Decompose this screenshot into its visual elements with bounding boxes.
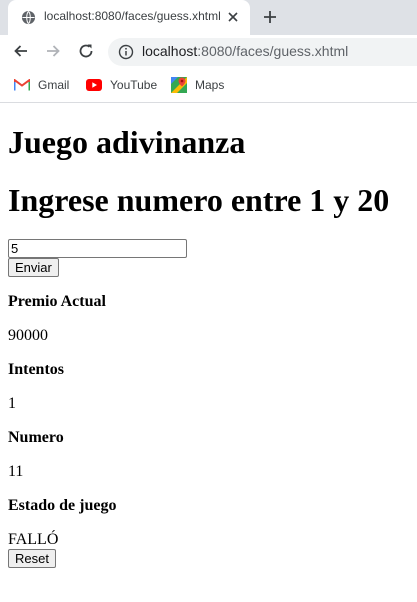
page-content: Juego adivinanza Ingrese numero entre 1 … [8,103,408,568]
attempts-label: Intentos [8,361,65,378]
info-icon[interactable] [118,44,134,60]
prize-value: 90000 [8,327,48,344]
page-title: Juego adivinanza [8,124,246,160]
maps-icon [171,77,187,93]
bookmark-label: YouTube [110,78,158,92]
bookmark-label: Maps [195,78,225,92]
tab-title: localhost:8080/faces/guess.xhtml [44,9,221,23]
bookmark-gmail[interactable]: Gmail [14,77,69,93]
reset-button[interactable]: Reset [8,549,56,568]
bookmark-label: Gmail [38,78,70,92]
number-value: 11 [8,463,24,480]
url-path: :8080/faces/guess.xhtml [197,43,349,59]
status-value: FALLÓ [8,531,59,548]
page-subtitle: Ingrese numero entre 1 y 20 [8,182,390,218]
close-icon[interactable] [226,10,240,24]
browser-tab[interactable]: localhost:8080/faces/guess.xhtml [8,0,250,35]
forward-icon[interactable] [44,42,62,60]
new-tab-icon[interactable] [262,9,278,25]
guess-input[interactable] [8,239,187,258]
youtube-icon [86,79,102,91]
url-text[interactable]: localhost:8080/faces/guess.xhtml [142,43,348,59]
prize-label: Premio Actual [8,293,106,310]
submit-button[interactable]: Enviar [8,258,59,277]
globe-icon [21,10,36,25]
url-host: localhost [142,43,198,59]
attempts-value: 1 [8,395,16,412]
bookmark-maps[interactable]: Maps [171,77,224,93]
back-icon[interactable] [12,42,30,60]
status-label: Estado de juego [8,497,117,514]
bookmark-youtube[interactable]: YouTube [86,77,157,93]
number-label: Numero [8,429,64,446]
gmail-icon [14,79,30,91]
reload-icon[interactable] [77,42,95,60]
